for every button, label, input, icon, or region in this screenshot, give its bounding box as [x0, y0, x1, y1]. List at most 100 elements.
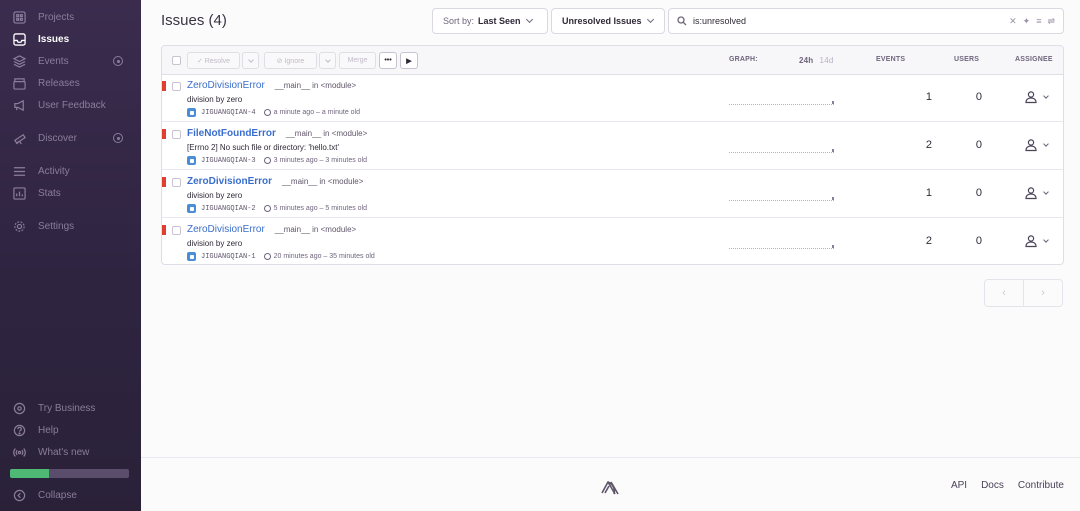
page-title: Issues (4) [161, 12, 227, 29]
user-icon [1025, 91, 1037, 104]
assignee-selector[interactable] [1024, 186, 1049, 200]
assignee-selector[interactable] [1024, 138, 1049, 152]
footer-link-docs[interactable]: Docs [981, 480, 1004, 491]
grid-icon [12, 10, 26, 24]
graph-bar [832, 101, 834, 104]
resolve-dropdown-button[interactable] [242, 52, 259, 69]
issues-toolbar: ✓ Resolve ⊘ Ignore Merge ••• ▶ GRAPH: 24… [162, 46, 1063, 75]
chevron-down-icon [324, 56, 331, 63]
issue-events-count: 1 [925, 187, 932, 199]
issue-message: division by zero [187, 191, 243, 200]
settings-sliders-icon[interactable]: ⇌ [1047, 16, 1055, 27]
issue-row[interactable]: ZeroDivisionError __main__ in <module> di… [162, 75, 1063, 122]
clock-icon [263, 109, 271, 116]
next-page-button[interactable]: › [1023, 279, 1063, 307]
issue-title-link[interactable]: ZeroDivisionError __main__ in <module> [187, 176, 363, 187]
issue-events-count: 2 [925, 139, 932, 151]
package-icon [12, 76, 26, 90]
sidebar-item-stats[interactable]: Stats [12, 183, 133, 203]
prev-page-button[interactable]: ‹ [984, 279, 1024, 307]
saved-searches-icon[interactable]: ≡ [1036, 16, 1041, 26]
sidebar-item-activity[interactable]: Activity [12, 161, 133, 181]
footer-link-api[interactable]: API [951, 480, 967, 491]
sidebar-item-discover[interactable]: Discover [12, 128, 133, 148]
period-switch: 24h 14d [799, 56, 834, 65]
assignee-selector[interactable] [1024, 234, 1049, 248]
issue-users-count: 0 [975, 139, 982, 151]
issue-short-id[interactable]: JIGUANGQIAN-1 [201, 253, 256, 261]
sidebar-item-label: Issues [38, 33, 70, 45]
sidebar-item-label: Activity [38, 165, 70, 177]
issue-title-link[interactable]: ZeroDivisionError __main__ in <module> [187, 224, 356, 235]
user-icon [1025, 235, 1037, 248]
issue-checkbox[interactable] [172, 178, 181, 187]
help-link[interactable]: Help [12, 420, 133, 440]
collapse-button[interactable]: Collapse [12, 485, 133, 505]
onboarding-progress-bar[interactable] [10, 469, 129, 478]
period-24h[interactable]: 24h [799, 56, 813, 65]
try-business-link[interactable]: Try Business [12, 398, 133, 418]
event-graph[interactable] [729, 245, 834, 249]
saved-search-dropdown[interactable]: Unresolved Issues [551, 8, 665, 34]
resolve-button[interactable]: ✓ Resolve [187, 52, 240, 69]
issues-panel: ✓ Resolve ⊘ Ignore Merge ••• ▶ GRAPH: 24… [161, 45, 1064, 265]
footer: API Docs Contribute [141, 457, 1080, 511]
collapse-label: Collapse [38, 489, 77, 501]
collapse-icon [12, 488, 26, 502]
issue-title-link[interactable]: ZeroDivisionError __main__ in <module> [187, 80, 356, 91]
sidebar-item-projects[interactable]: Projects [12, 7, 133, 27]
search-bar: ✕ ✦ ≡ ⇌ [668, 8, 1064, 34]
sidebar-item-releases[interactable]: Releases [12, 73, 133, 93]
ignore-dropdown-button[interactable] [319, 52, 336, 69]
merge-button[interactable]: Merge [339, 52, 376, 69]
event-graph[interactable] [729, 197, 834, 201]
project-icon [187, 204, 196, 213]
sidebar-item-label: Projects [38, 11, 75, 23]
issue-time: a minute ago – a minute old [273, 109, 360, 116]
megaphone-icon [12, 98, 26, 112]
user-icon [1025, 139, 1037, 152]
chart-icon [12, 186, 26, 200]
issue-checkbox[interactable] [172, 82, 181, 91]
assignee-selector[interactable] [1024, 90, 1049, 104]
event-graph[interactable] [729, 149, 834, 153]
clear-icon[interactable]: ✕ [1009, 16, 1017, 27]
period-14d[interactable]: 14d [820, 56, 834, 65]
chevron-down-icon [1043, 236, 1049, 243]
issue-row[interactable]: ZeroDivisionError __main__ in <module> di… [162, 219, 1063, 264]
users-header: USERS [954, 56, 980, 63]
issue-time: 5 minutes ago – 5 minutes old [273, 205, 367, 212]
issue-time: 20 minutes ago – 35 minutes old [273, 253, 375, 260]
more-actions-button[interactable]: ••• [379, 52, 397, 69]
sidebar-item-events[interactable]: Events [12, 51, 133, 71]
select-all-checkbox[interactable] [172, 56, 181, 65]
issue-users-count: 0 [975, 187, 982, 199]
footer-link-contribute[interactable]: Contribute [1018, 480, 1064, 491]
event-graph[interactable] [729, 101, 834, 105]
issue-title: FileNotFoundError [187, 128, 276, 139]
project-icon [187, 108, 196, 117]
sidebar-item-issues[interactable]: Issues [12, 29, 133, 49]
layers-icon [12, 54, 26, 68]
realtime-play-button[interactable]: ▶ [400, 52, 418, 69]
whats-new-link[interactable]: What's new [12, 442, 133, 462]
search-input[interactable] [693, 16, 1010, 26]
sidebar-item-user-feedback[interactable]: User Feedback [12, 95, 133, 115]
issue-checkbox[interactable] [172, 130, 181, 139]
issue-title-link[interactable]: FileNotFoundError __main__ in <module> [187, 128, 367, 139]
sidebar-item-settings[interactable]: Settings [12, 216, 133, 236]
issue-title: ZeroDivisionError [187, 80, 265, 91]
issue-row[interactable]: ZeroDivisionError __main__ in <module> di… [162, 171, 1063, 218]
sort-dropdown[interactable]: Sort by: Last Seen [432, 8, 548, 34]
issue-title: ZeroDivisionError [187, 176, 273, 187]
issue-row[interactable]: FileNotFoundError __main__ in <module> [E… [162, 123, 1063, 170]
issue-short-id[interactable]: JIGUANGQIAN-4 [201, 109, 256, 117]
issue-checkbox[interactable] [172, 226, 181, 235]
ignore-button[interactable]: ⊘ Ignore [264, 52, 317, 69]
pin-icon[interactable]: ✦ [1023, 16, 1031, 27]
sidebar-item-label: User Feedback [38, 99, 106, 111]
issue-short-id[interactable]: JIGUANGQIAN-2 [201, 205, 256, 213]
issue-short-id[interactable]: JIGUANGQIAN-3 [201, 157, 256, 165]
clock-icon [263, 205, 271, 212]
question-icon [12, 423, 26, 437]
